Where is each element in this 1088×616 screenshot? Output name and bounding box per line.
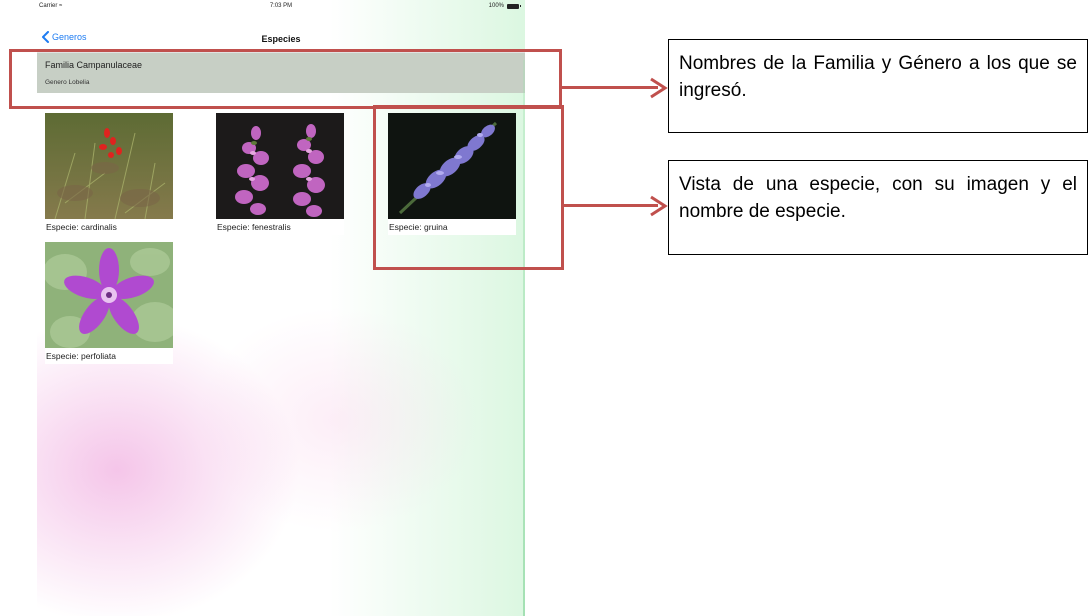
species-caption: Especie: perfoliata — [45, 348, 173, 364]
annotation-rect-species — [373, 105, 564, 270]
connector-line-1 — [562, 86, 658, 89]
red-flower-photo — [45, 113, 173, 219]
species-caption: Especie: cardinalis — [45, 219, 173, 235]
species-card-fenestralis[interactable]: Especie: fenestralis — [216, 113, 344, 235]
species-caption: Especie: fenestralis — [216, 219, 344, 235]
status-battery: 100% — [488, 3, 521, 9]
species-card-cardinalis[interactable]: Especie: cardinalis — [45, 113, 173, 235]
arrow-head-2 — [650, 195, 668, 217]
status-bar: Carrier ≈ 7:03 PM 100% — [37, 0, 525, 14]
callout-species-view-text: Vista de una especie, con su imagen y el… — [679, 174, 1077, 222]
callout-family-genus: Nombres de la Familia y Género a los que… — [668, 39, 1088, 133]
connector-line-2 — [562, 204, 658, 207]
battery-icon — [507, 3, 521, 9]
callout-species-view: Vista de una especie, con su imagen y el… — [668, 160, 1088, 255]
arrow-head-1 — [650, 77, 668, 99]
callout-family-genus-text: Nombres de la Familia y Género a los que… — [679, 53, 1077, 101]
page-title: Especies — [261, 34, 301, 44]
navigation-bar: Generos Especies — [37, 14, 525, 53]
status-time: 7:03 PM — [269, 3, 293, 9]
purple-spike-flower-photo — [216, 113, 344, 219]
magenta-star-flower-photo — [45, 242, 173, 348]
battery-label: 100% — [488, 3, 504, 9]
annotation-rect-header — [9, 49, 562, 109]
species-card-perfoliata[interactable]: Especie: perfoliata — [45, 242, 173, 364]
